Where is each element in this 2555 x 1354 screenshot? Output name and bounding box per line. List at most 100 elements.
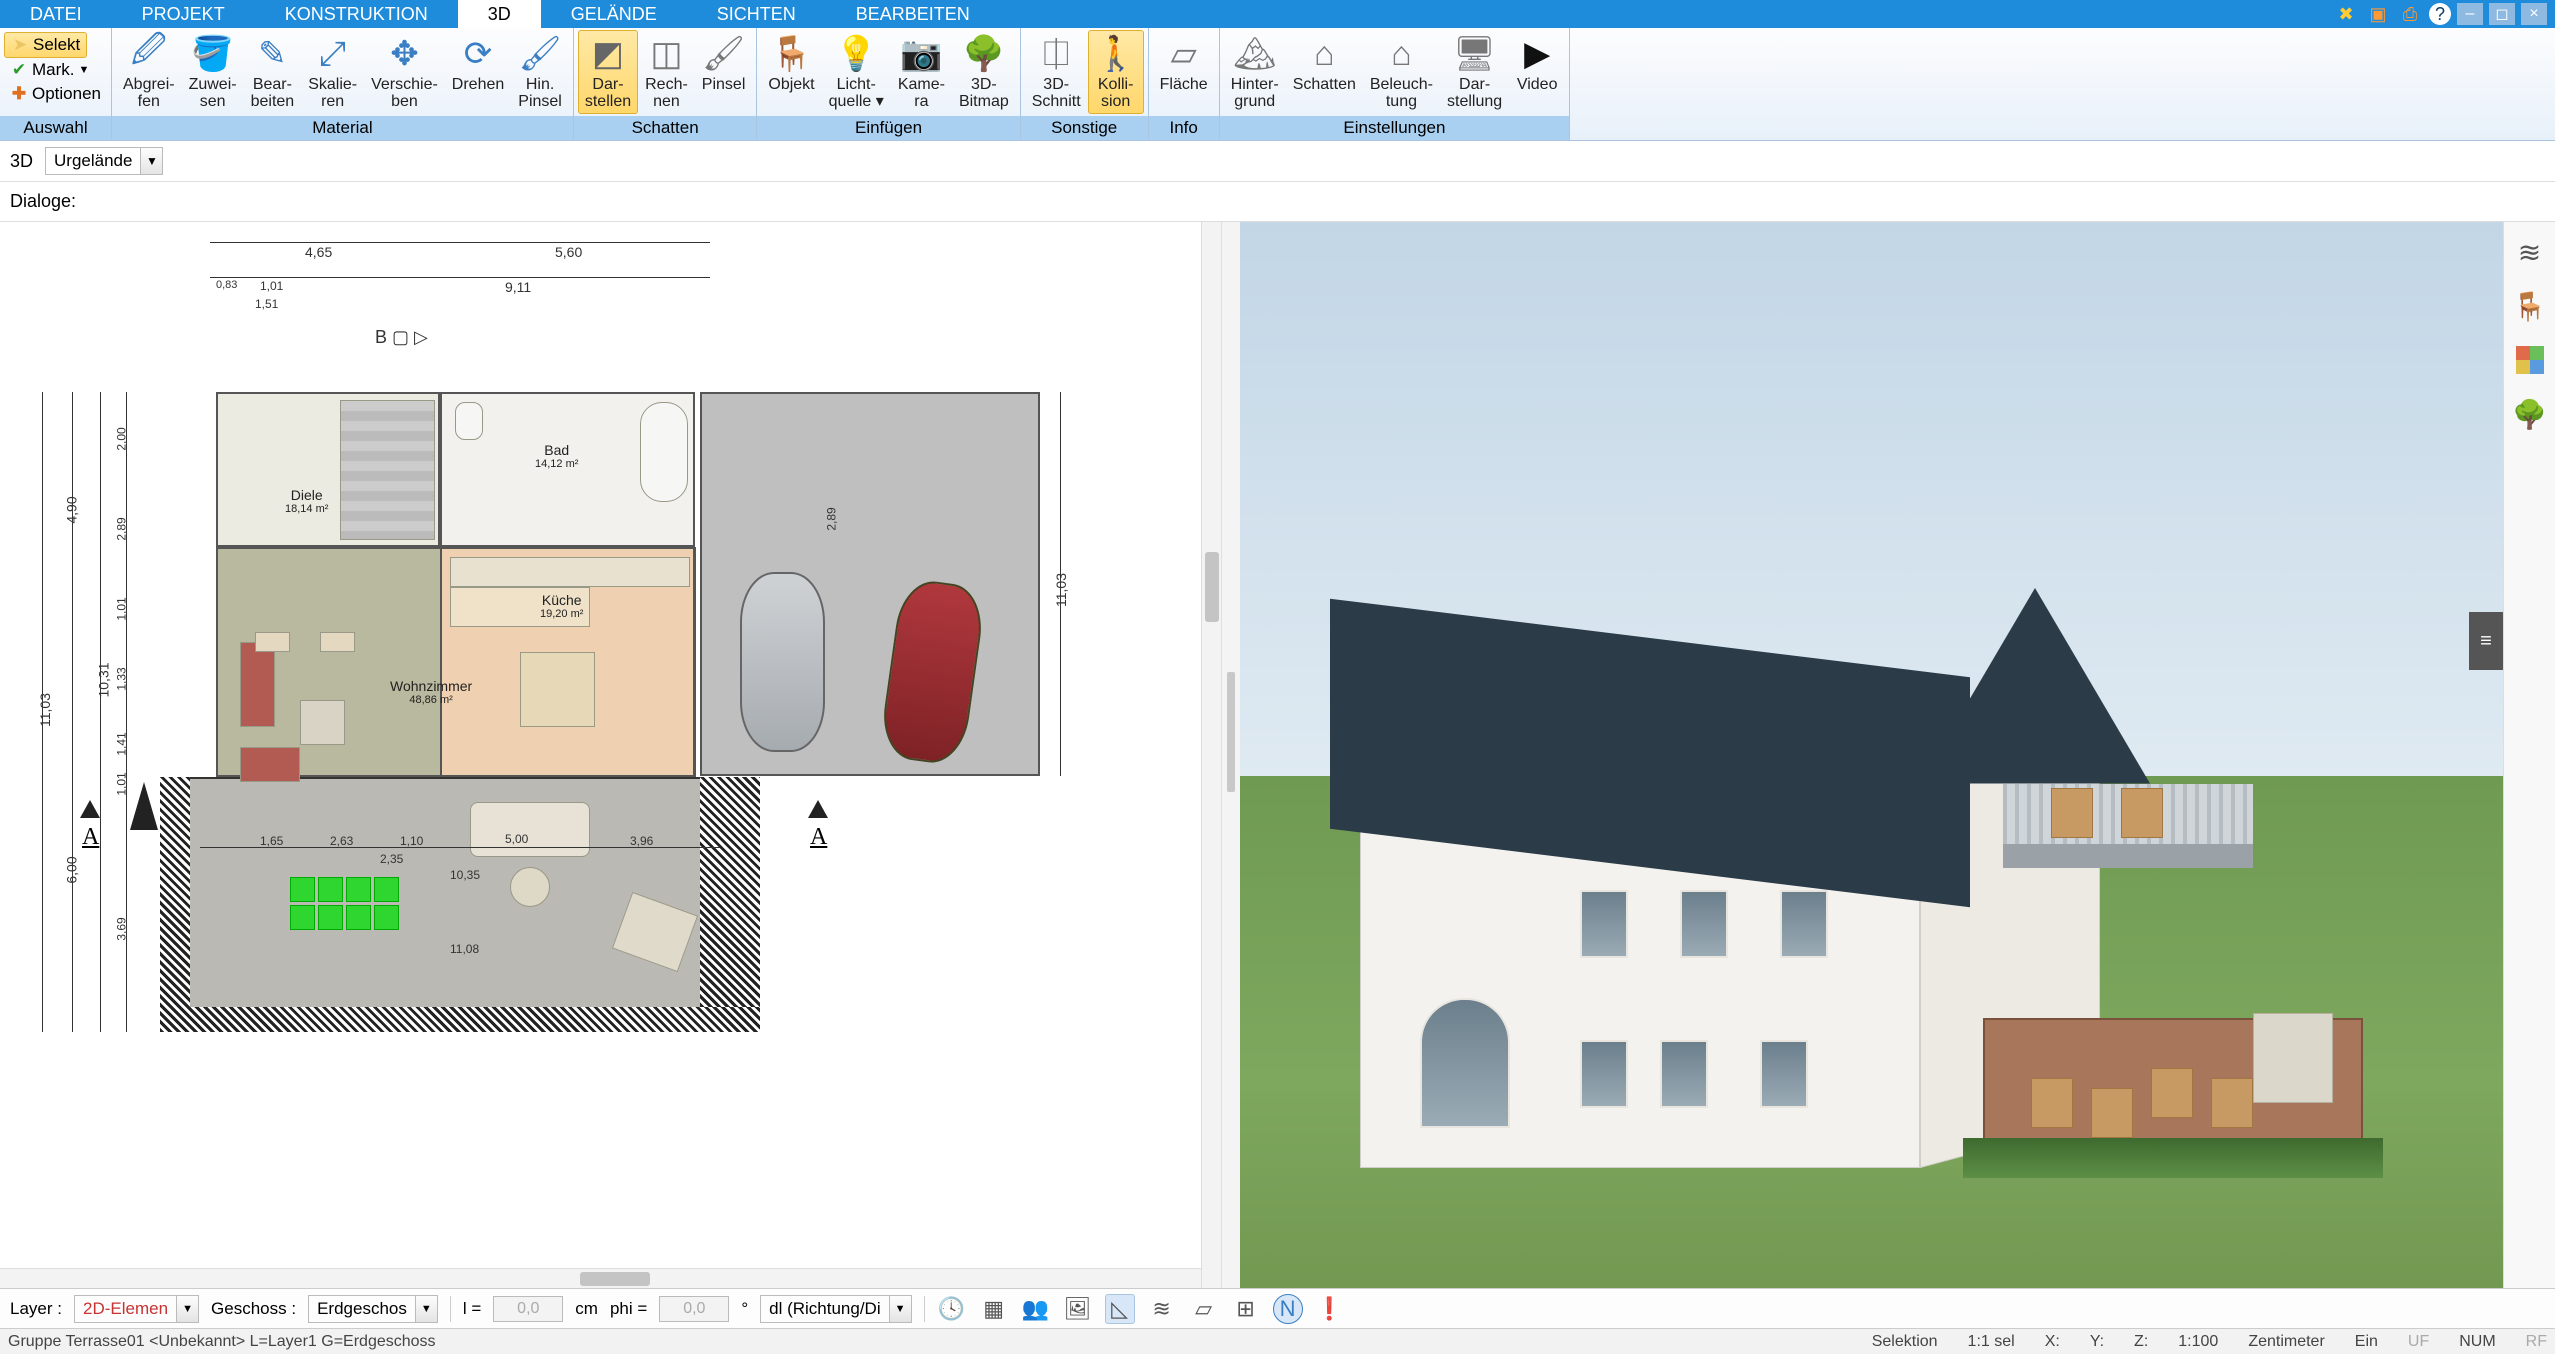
hash-grid-icon[interactable]: ⊞: [1231, 1294, 1261, 1324]
info-icon[interactable]: ❗: [1315, 1294, 1345, 1324]
length-unit: cm: [575, 1299, 598, 1319]
room-label-diele: Diele18,14 m²: [285, 487, 328, 515]
darstellen-button[interactable]: ◩Dar-stellen: [578, 30, 638, 114]
status-ratio: 1:1 sel: [1968, 1333, 2015, 1351]
selekt-button[interactable]: ➤ Selekt: [4, 32, 87, 58]
maximize-button[interactable]: ◻: [2489, 3, 2515, 25]
pane-splitter[interactable]: [1222, 222, 1240, 1288]
clock-icon[interactable]: 🕓: [937, 1294, 967, 1324]
selected-item[interactable]: [374, 877, 399, 902]
menu-projekt[interactable]: PROJEKT: [112, 0, 255, 28]
users-icon[interactable]: 👥: [1021, 1294, 1051, 1324]
selected-item[interactable]: [346, 905, 371, 930]
chair-icon: 🪑: [772, 34, 812, 74]
layers-icon[interactable]: ≋: [2510, 232, 2550, 272]
optionen-button[interactable]: ✚ Optionen: [4, 82, 107, 106]
flaeche-button[interactable]: ▱Fläche: [1153, 30, 1215, 97]
schatten-settings-button[interactable]: ⌂Schatten: [1286, 30, 1363, 97]
menu-bearbeiten[interactable]: BEARBEITEN: [826, 0, 1000, 28]
pinsel-button[interactable]: 🖌Pinsel: [695, 30, 753, 97]
furniture-icon[interactable]: 🪑: [2510, 286, 2550, 326]
triangle-icon[interactable]: ◺: [1105, 1294, 1135, 1324]
menu-gelaende[interactable]: GELÄNDE: [541, 0, 687, 28]
bearbeiten-button[interactable]: ✎Bear-beiten: [244, 30, 302, 114]
wrench-icon[interactable]: ✖: [2333, 2, 2359, 26]
dl-select[interactable]: dl (Richtung/Di▼: [760, 1295, 912, 1323]
layer-select[interactable]: 2D-Elemen▼: [74, 1295, 199, 1323]
minimize-button[interactable]: –: [2457, 3, 2483, 25]
optionen-label: Optionen: [32, 84, 101, 104]
main-area: 4,65 5,60 1,01 1,51 9,11 0,83 B ▢ ▷ 11,0…: [0, 222, 2555, 1288]
dim-label: 5,60: [555, 244, 582, 260]
drehen-button[interactable]: ⟳Drehen: [445, 30, 511, 97]
zuweisen-button[interactable]: 🪣Zuwei-sen: [182, 30, 244, 114]
plane-icon[interactable]: ▱: [1189, 1294, 1219, 1324]
horizontal-scrollbar[interactable]: [0, 1268, 1201, 1288]
abgreifen-button[interactable]: 🖉Abgrei-fen: [116, 30, 182, 114]
objekt-button[interactable]: 🪑Objekt: [761, 30, 821, 97]
grid-icon[interactable]: ▦: [979, 1294, 1009, 1324]
stack-icon[interactable]: ≋: [1147, 1294, 1177, 1324]
dim-label: 1,01: [115, 772, 129, 795]
outdoor-sofa: [470, 802, 590, 857]
hinpinsel-button[interactable]: 🖌Hin.Pinsel: [511, 30, 569, 114]
geschoss-select[interactable]: Erdgeschos▼: [308, 1295, 438, 1323]
selected-item[interactable]: [318, 905, 343, 930]
plants-icon[interactable]: 🌳: [2510, 394, 2550, 434]
selected-item[interactable]: [318, 877, 343, 902]
close-button[interactable]: ×: [2521, 3, 2547, 25]
kamera-button[interactable]: 📷Kame-ra: [891, 30, 952, 114]
north-icon[interactable]: N: [1273, 1294, 1303, 1324]
darstellung-button[interactable]: 🖥Dar-stellung: [1440, 30, 1509, 114]
terrain-value: Urgelände: [46, 151, 140, 171]
beleuchtung-button[interactable]: ⌂Beleuch-tung: [1363, 30, 1440, 114]
chevron-down-icon: ▼: [889, 1296, 911, 1322]
menu-3d[interactable]: 3D: [458, 0, 541, 28]
length-label: l =: [463, 1299, 481, 1319]
dim-label: 1,01: [260, 279, 283, 293]
terrain-select[interactable]: Urgelände ▼: [45, 147, 163, 175]
furniture-shelf: [255, 632, 290, 652]
lichtquelle-button[interactable]: 💡Licht-quelle ▾: [822, 30, 891, 114]
menu-sichten[interactable]: SICHTEN: [687, 0, 826, 28]
photo-icon[interactable]: 🖼: [1063, 1294, 1093, 1324]
section-icon: ⎅: [1036, 34, 1076, 74]
menu-datei[interactable]: DATEI: [0, 0, 112, 28]
rechnen-button[interactable]: ◫Rech-nen: [638, 30, 695, 114]
monitor-icon: 🖥: [1455, 34, 1495, 74]
selected-item[interactable]: [346, 877, 371, 902]
hintergrund-button[interactable]: 🏔Hinter-grund: [1224, 30, 1286, 114]
chevron-down-icon: ▼: [79, 64, 90, 76]
group-label-auswahl: Auswahl: [0, 116, 111, 140]
selected-item[interactable]: [374, 905, 399, 930]
video-button[interactable]: ▶Video: [1509, 30, 1565, 97]
verschieben-button[interactable]: ✥Verschie-ben: [364, 30, 445, 114]
skalieren-button[interactable]: ⤢Skalie-ren: [301, 30, 364, 114]
triangle-icon: [808, 800, 828, 818]
selected-item[interactable]: [290, 877, 315, 902]
selected-item[interactable]: [290, 905, 315, 930]
render-3d-view[interactable]: ≡: [1240, 222, 2503, 1288]
slideout-handle[interactable]: ≡: [2469, 612, 2503, 670]
materials-icon[interactable]: [2510, 340, 2550, 380]
menu-konstruktion[interactable]: KONSTRUKTION: [255, 0, 458, 28]
save-icon[interactable]: ▣: [2365, 2, 2391, 26]
hedge-3d: [1963, 1138, 2383, 1178]
phi-input[interactable]: [659, 1296, 729, 1322]
print-icon[interactable]: ⎙: [2397, 2, 2423, 26]
help-icon[interactable]: ?: [2429, 3, 2451, 25]
bitmap-button[interactable]: 🌳3D-Bitmap: [952, 30, 1016, 114]
move-icon: ✥: [384, 34, 424, 74]
group-label-info: Info: [1149, 116, 1219, 140]
mark-button[interactable]: ✔ Mark. ▼: [4, 58, 95, 82]
floorplan-2d-view[interactable]: 4,65 5,60 1,01 1,51 9,11 0,83 B ▢ ▷ 11,0…: [0, 222, 1222, 1288]
kollision-button[interactable]: 🚶Kolli-sion: [1088, 30, 1144, 114]
length-input[interactable]: [493, 1296, 563, 1322]
status-selektion: Selektion: [1872, 1333, 1938, 1351]
vertical-scrollbar[interactable]: [1201, 222, 1221, 1288]
furniture-dining-table: [520, 652, 595, 727]
section-marker-b: B ▢ ▷: [375, 327, 428, 348]
schnitt-button[interactable]: ⎅3D-Schnitt: [1025, 30, 1088, 114]
room-label-kueche: Küche19,20 m²: [540, 592, 583, 620]
dim-label: 4,65: [305, 244, 332, 260]
